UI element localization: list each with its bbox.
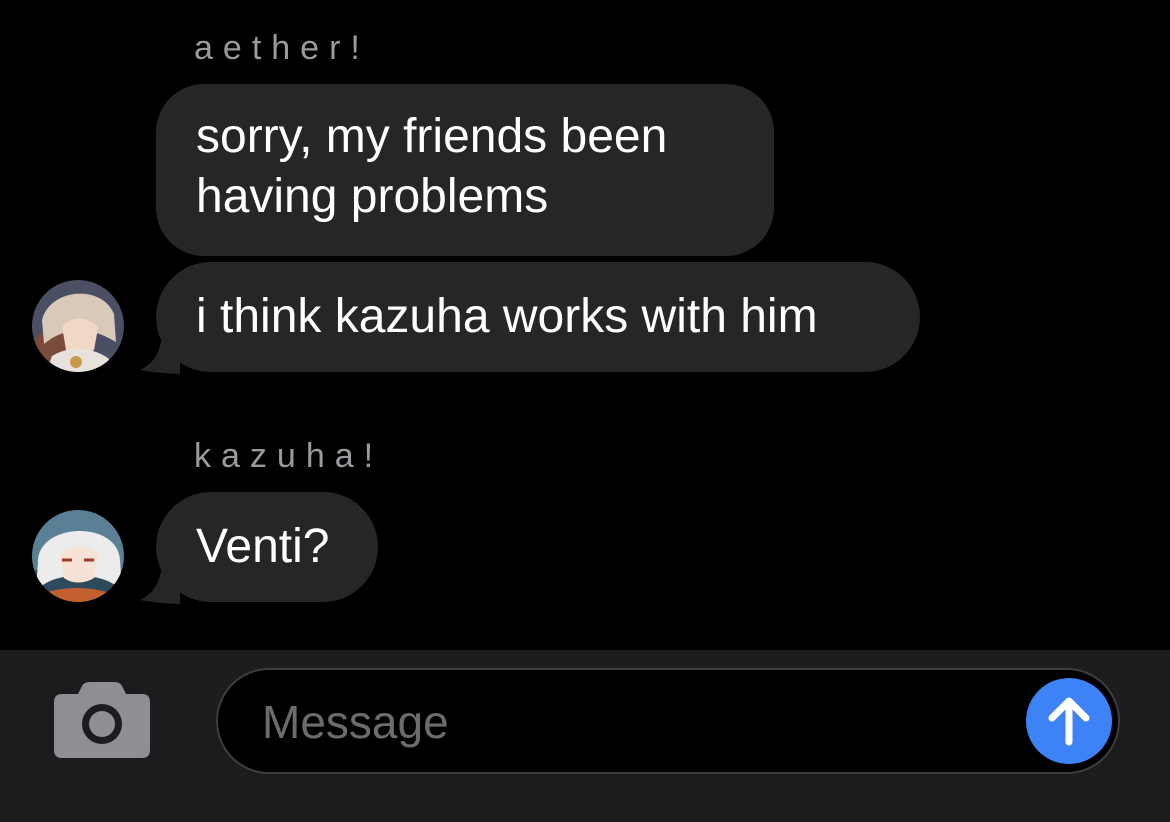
message-bubble[interactable]: sorry, my friends been having problems	[156, 84, 774, 256]
message-text: Venti?	[196, 520, 330, 573]
camera-icon	[54, 682, 150, 758]
message-text: sorry, my friends been having problems	[196, 110, 668, 223]
avatar-kazuha[interactable]	[32, 510, 124, 602]
message-text: i think kazuha works with him	[196, 290, 818, 343]
message-bubble[interactable]: Venti?	[156, 492, 378, 602]
arrow-up-icon	[1048, 697, 1090, 746]
bubble-tail	[140, 330, 180, 374]
sender-name-kazuha: kazuha!	[194, 437, 384, 475]
camera-button[interactable]	[52, 682, 152, 760]
sender-name-aether: aether!	[194, 29, 370, 67]
bubble-tail	[140, 560, 180, 604]
message-field[interactable]: Message	[216, 668, 1120, 774]
message-bubble[interactable]: i think kazuha works with him	[156, 262, 920, 372]
send-button[interactable]	[1026, 678, 1112, 764]
avatar-aether[interactable]	[32, 280, 124, 372]
message-placeholder: Message	[262, 696, 449, 748]
